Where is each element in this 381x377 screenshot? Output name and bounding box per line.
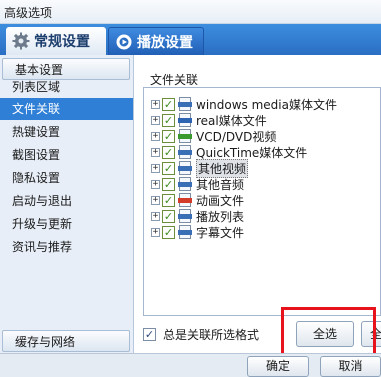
expand-icon[interactable]: +	[151, 163, 160, 173]
file-type-icon	[178, 161, 192, 175]
tree-item-real[interactable]: + ✓ real媒体文件	[151, 112, 267, 128]
sidebar-item-screenshot[interactable]: 截图设置	[0, 144, 133, 166]
expand-icon[interactable]: +	[151, 99, 160, 109]
tree-item-other-video[interactable]: + ✓ 其他视频	[151, 158, 249, 178]
tree-item-label: VCD/DVD视频	[196, 129, 277, 144]
sidebar-item-hotkeys[interactable]: 热键设置	[0, 121, 133, 143]
sidebar: 基本设置 列表区域 文件关联 热键设置 截图设置 隐私设置 启动与退出 升级与更…	[0, 55, 134, 377]
expand-icon[interactable]: +	[151, 227, 160, 237]
sidebar-item-privacy[interactable]: 隐私设置	[0, 167, 133, 189]
tree-item-label: 字幕文件	[196, 225, 245, 240]
tree-item-animation[interactable]: + ✓ 动画文件	[151, 192, 244, 208]
sidebar-item-startup-exit[interactable]: 启动与退出	[0, 190, 133, 212]
file-type-icon	[178, 209, 192, 223]
file-type-icon	[178, 193, 192, 207]
file-type-icon	[178, 129, 192, 143]
tab-general-settings[interactable]: 常规设置	[6, 27, 106, 55]
tab-general-label: 常规设置	[34, 34, 90, 50]
checkbox-checked-icon[interactable]: ✓	[162, 177, 175, 191]
always-assoc-label: 总是关联所选格式	[163, 327, 260, 342]
expand-icon[interactable]: +	[151, 211, 160, 221]
file-type-icon	[178, 177, 192, 191]
always-assoc-option[interactable]: ✓ 总是关联所选格式	[143, 327, 260, 342]
tree-item-other-audio[interactable]: + ✓ 其他音频	[151, 176, 244, 192]
checkbox-checked-icon[interactable]: ✓	[162, 209, 175, 223]
expand-icon[interactable]: +	[151, 147, 160, 157]
tree-item-wmv[interactable]: + ✓ windows media媒体文件	[151, 96, 337, 112]
checkbox-checked-icon[interactable]: ✓	[162, 161, 175, 175]
partial-button[interactable]: 全	[361, 321, 381, 347]
tree-item-playlist[interactable]: + ✓ 播放列表	[151, 208, 244, 224]
expand-icon[interactable]: +	[151, 195, 160, 205]
file-type-tree: + ✓ windows media媒体文件 + ✓ real媒体文件 + ✓ V…	[143, 87, 381, 316]
checkbox-checked-icon[interactable]: ✓	[162, 225, 175, 239]
tree-item-label: real媒体文件	[196, 113, 267, 128]
checkbox-checked-icon[interactable]: ✓	[162, 145, 175, 159]
file-type-icon	[178, 145, 192, 159]
tab-bar: 常规设置 播放设置	[0, 24, 381, 55]
expand-icon[interactable]: +	[151, 131, 160, 141]
tree-item-label: 播放列表	[196, 209, 245, 224]
ok-button[interactable]: 确定	[247, 356, 309, 377]
expand-icon[interactable]: +	[151, 115, 160, 125]
always-assoc-checkbox[interactable]: ✓	[143, 327, 156, 341]
checkbox-checked-icon[interactable]: ✓	[162, 97, 175, 111]
play-settings-icon	[116, 34, 132, 49]
sidebar-item-update[interactable]: 升级与更新	[0, 213, 133, 235]
tab-play-settings[interactable]: 播放设置	[108, 27, 204, 55]
expand-icon[interactable]: +	[151, 179, 160, 189]
tree-item-vcd-dvd[interactable]: + ✓ VCD/DVD视频	[151, 128, 276, 144]
file-assoc-label: 文件关联	[150, 73, 199, 87]
tree-item-label: 其他音频	[196, 177, 245, 192]
file-type-icon	[178, 225, 192, 239]
window-title-bar: 高级选项	[0, 0, 381, 24]
sidebar-group-cache-network[interactable]: 缓存与网络	[2, 330, 130, 352]
file-type-icon	[178, 113, 192, 127]
file-type-icon	[178, 97, 192, 111]
sidebar-item-news[interactable]: 资讯与推荐	[0, 236, 133, 258]
checkbox-checked-icon[interactable]: ✓	[162, 113, 175, 127]
sidebar-item-list-area[interactable]: 列表区域	[0, 76, 133, 98]
tree-item-label: windows media媒体文件	[196, 97, 337, 112]
checkbox-checked-icon[interactable]: ✓	[162, 193, 175, 207]
cancel-button[interactable]: 取消	[320, 356, 381, 377]
tree-item-subtitle[interactable]: + ✓ 字幕文件	[151, 224, 244, 240]
window-title: 高级选项	[4, 6, 53, 20]
tree-item-label: 动画文件	[196, 193, 245, 208]
gear-icon	[12, 32, 30, 50]
checkbox-checked-icon[interactable]: ✓	[162, 129, 175, 143]
select-all-button[interactable]: 全选	[296, 321, 354, 347]
tab-play-label: 播放设置	[137, 34, 193, 51]
sidebar-item-file-assoc[interactable]: 文件关联	[0, 98, 133, 120]
